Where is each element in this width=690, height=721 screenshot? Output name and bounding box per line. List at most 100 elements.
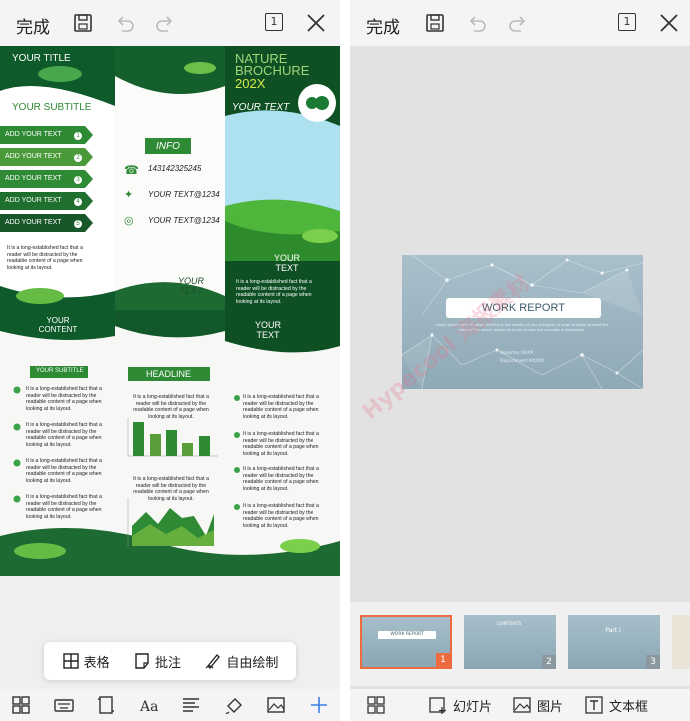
save-icon[interactable] [424,12,446,34]
phone-icon: ☎ [124,163,139,177]
list-item: ADD YOUR TEXT [5,153,62,160]
item-number: 3 [74,176,82,184]
textbox-icon [584,695,604,715]
info-heading: INFO [156,141,180,152]
textbox-label: 文本框 [609,699,649,715]
thumbnail-number: 3 [646,655,660,669]
body-text: It is a long-established fact that a rea… [133,476,209,502]
year: 202X [235,76,266,91]
slide-thumbnails: WORK REPORT 1 CONTENTS 2 Part I 3 [350,602,690,686]
instagram-handle: YOUR TEXT@1234 [148,216,220,225]
textbox-button[interactable]: 文本框 [584,695,648,715]
item-number: 2 [74,154,82,162]
top-bar: 完成 1 [0,0,340,46]
layout-icon[interactable] [10,694,32,716]
image-icon [512,695,532,715]
body-text: It is a long-established fact that a rea… [26,386,102,412]
body-text: It is a long-established fact that a rea… [133,394,209,420]
undo-icon[interactable] [466,12,488,34]
department-line: Department:XXXXX [500,359,545,364]
page-count-badge[interactable]: 1 [265,13,283,31]
pane-divider [340,0,350,721]
keyboard-icon[interactable] [53,694,75,716]
slide-thumbnail-2[interactable]: CONTENTS 2 [464,615,556,669]
presentation-editor-pane: 完成 1 WORK REPORT Lorem ipsum dolor sit a… [350,0,690,721]
free-draw-label: 自由绘制 [226,655,279,671]
plus-icon[interactable] [308,694,330,716]
comment-label: 批注 [154,655,181,671]
slide-button[interactable]: 幻灯片 [428,695,492,715]
cover-text: YOUR TEXT [232,102,290,113]
slide-thumbnail-4[interactable] [672,615,690,669]
paint-icon[interactable] [223,694,245,716]
thumbnail-title: CONTENTS [496,622,522,627]
subtitle-badge: YOUR SUBTITLE [36,368,84,374]
table-icon [62,652,80,670]
body-text: It is a long-established fact that a rea… [243,503,319,529]
comment-icon [133,652,151,670]
twitter-icon: ✦ [124,189,134,201]
align-icon[interactable] [180,694,202,716]
close-icon[interactable] [658,12,680,34]
pen-icon [204,652,222,670]
twitter-handle: YOUR TEXT@1234 [148,190,220,199]
thumbnail-title: WORK REPORT [378,631,436,639]
headline: HEADLINE [146,369,192,379]
font-icon[interactable]: Aa [138,694,160,716]
bottom-toolbar: 幻灯片 图片 文本框 [350,689,690,721]
thumbnail-number: 2 [542,655,556,669]
brochure-editor-pane: 完成 1 YOUR TITLE YOUR SUBTITLE ADD YOUR T… [0,0,340,721]
done-button[interactable]: 完成 [366,13,400,38]
brochure-subtitle: YOUR SUBTITLE [12,102,92,113]
table-button[interactable]: 表格 [62,652,110,671]
top-bar: 完成 1 [350,0,690,46]
slide-reporter: Reporter:XXXX Department:XXXXX [500,350,544,366]
body-text: It is a long-established fact that a rea… [236,279,312,305]
center-text: YOUR TEXT [177,276,204,296]
comment-button[interactable]: 批注 [133,652,181,671]
list-item: ADD YOUR TEXT [5,219,62,226]
content-heading: YOUR CONTENT [38,316,78,334]
slide-thumbnail-1[interactable]: WORK REPORT 1 [360,615,452,669]
page-count-badge[interactable]: 1 [618,13,636,31]
save-icon[interactable] [72,12,94,34]
redo-icon[interactable] [154,12,176,34]
image-label: 图片 [537,699,564,715]
list-item: ADD YOUR TEXT [5,197,62,204]
body-text: It is a long-established fact that a rea… [7,245,83,271]
list-item: ADD YOUR TEXT [5,131,62,138]
image-button[interactable]: 图片 [512,695,563,715]
free-draw-button[interactable]: 自由绘制 [204,652,278,671]
body-text: It is a long-established fact that a rea… [26,422,102,448]
body-text: It is a long-established fact that a rea… [243,466,319,492]
redo-icon[interactable] [507,12,529,34]
item-number: 4 [74,198,82,206]
done-button[interactable]: 完成 [16,13,50,38]
bottom-toolbar: Aa [0,689,340,721]
reporter-line: Reporter:XXXX [500,351,534,356]
layout-icon[interactable] [366,695,386,715]
list-item: ADD YOUR TEXT [5,175,62,182]
item-number: 5 [74,220,82,228]
body-text: It is a long-established fact that a rea… [26,494,102,520]
thumbnail-title: Part I [605,627,621,634]
svg-text:Aa: Aa [139,699,158,715]
add-slide-icon [428,695,448,715]
right-heading: YOUR TEXT [273,253,300,273]
undo-icon[interactable] [114,12,136,34]
table-label: 表格 [83,655,110,671]
item-number: 1 [74,132,82,140]
image-icon[interactable] [265,694,287,716]
body-text: It is a long-established fact that a rea… [26,458,102,484]
brochure-title: YOUR TITLE [12,53,71,64]
body-text: It is a long-established fact that a rea… [243,394,319,420]
slide-label: 幻灯片 [453,699,493,715]
frame-icon[interactable] [95,694,117,716]
body-text: It is a long-established fact that a rea… [243,431,319,457]
brochure-canvas[interactable]: YOUR TITLE YOUR SUBTITLE ADD YOUR TEXT A… [0,46,340,576]
instagram-icon: ◎ [124,215,134,227]
slide-thumbnail-3[interactable]: Part I 3 [568,615,660,669]
close-icon[interactable] [305,12,327,34]
phone-number: 143142325245 [148,164,202,173]
insert-float-bar: 表格 批注 自由绘制 [44,642,296,680]
